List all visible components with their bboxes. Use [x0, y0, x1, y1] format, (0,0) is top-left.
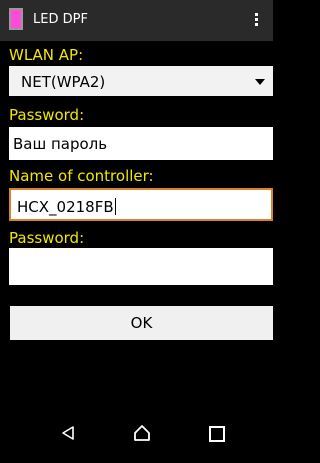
wlan-ap-label: WLAN AP: — [9, 46, 84, 64]
chevron-down-icon — [255, 79, 265, 85]
led-dpf-app-icon — [9, 8, 23, 30]
app-title: LED DPF — [33, 12, 88, 27]
password-label: Password: — [9, 106, 85, 124]
wlan-ap-selected-value: NET(WPA2) — [21, 73, 106, 91]
controller-name-field[interactable]: HCX_0218FB — [9, 188, 273, 221]
recent-apps-icon[interactable] — [209, 426, 225, 442]
wifi-password-field[interactable]: Ваш пароль — [9, 127, 273, 160]
controller-password-label: Password: — [9, 229, 85, 247]
ok-button[interactable]: OK — [10, 306, 273, 340]
text-cursor — [114, 198, 116, 215]
system-nav-bar — [0, 415, 273, 463]
app-bar: LED DPF — [0, 0, 273, 41]
wifi-password-value: Ваш пароль — [13, 135, 108, 153]
wlan-ap-select[interactable]: NET(WPA2) — [9, 66, 273, 96]
controller-name-label: Name of controller: — [9, 167, 154, 185]
controller-password-field[interactable] — [9, 248, 273, 285]
overflow-menu-icon[interactable] — [255, 13, 259, 29]
back-icon[interactable] — [60, 425, 76, 441]
controller-name-value: HCX_0218FB — [17, 198, 114, 216]
home-icon[interactable] — [133, 424, 151, 442]
